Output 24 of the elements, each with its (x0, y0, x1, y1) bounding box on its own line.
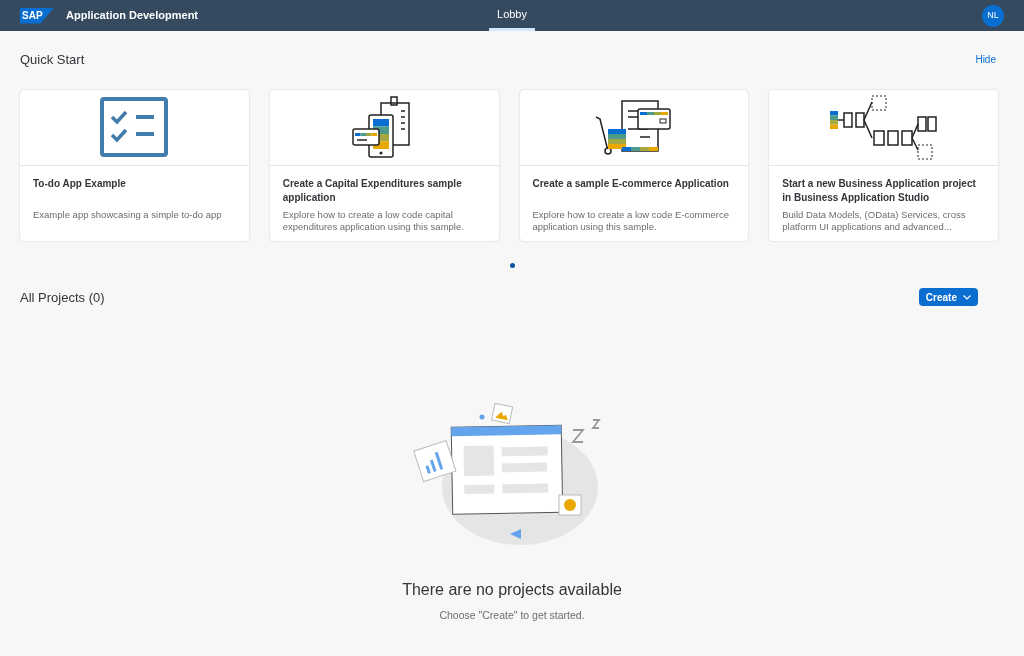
user-avatar[interactable]: NL (982, 4, 1004, 27)
empty-state-title: There are no projects available (402, 580, 622, 600)
logo: SAP (20, 7, 54, 24)
app-title: Application Development (66, 8, 199, 24)
quick-start-card[interactable]: To-do App Example Example app showcasing a simple to-do app (20, 89, 249, 241)
quick-start-card[interactable]: Start a new Business Application project in Business Application Studio Build Data Models, (OData) Services, cross platform UI applications and advanced... (769, 89, 998, 241)
card-title: To-do App Example (33, 176, 127, 191)
hide-link[interactable]: Hide (975, 52, 996, 68)
card-title: Start a new Business Application project in Business Application Studio (782, 176, 977, 205)
create-button[interactable]: Create (918, 288, 978, 307)
section-title: Quick Start (20, 51, 85, 69)
quick-start-card[interactable]: Create a Capital Expenditures sample application Explore how to create a low code capital expenditures application using this sample. (269, 89, 499, 241)
card-description: Explore how to create a low code capital expenditures application using this sample. (282, 208, 465, 233)
card-description: Explore how to create a low code E-commerce application using this sample. (532, 208, 730, 233)
tab[interactable]: Lobby (489, 0, 535, 31)
checklist-icon (100, 97, 169, 157)
card-description: Build Data Models, (OData) Services, cross platform UI applications and advanced... (782, 208, 967, 233)
section-title: All Projects (0) (20, 288, 105, 307)
chevron-down-icon (963, 294, 971, 300)
quick-start-card[interactable]: Create a sample E-commerce Application Explore how to create a low code E-commerce application using this sample. (519, 89, 749, 241)
card-title: Create a sample E-commerce Application (532, 176, 730, 191)
empty-state-hint: Choose "Create" to get started. (439, 608, 585, 623)
card-title: Create a Capital Expenditures sample application (282, 176, 463, 205)
card-description: Example app showcasing a simple to-do app (33, 208, 223, 221)
